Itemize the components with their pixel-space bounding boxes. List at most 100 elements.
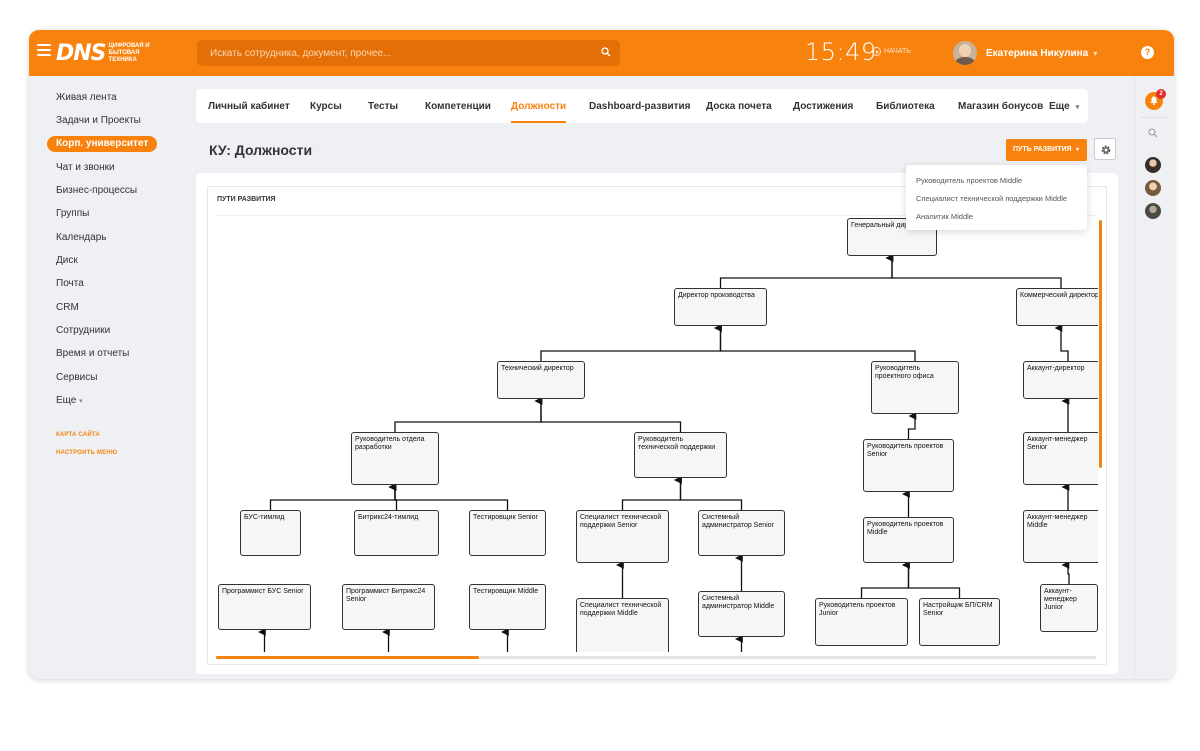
logo-mark: DNS bbox=[56, 41, 107, 66]
tree-connector bbox=[540, 324, 722, 361]
start-workday-button[interactable]: НАЧАТЬ bbox=[872, 47, 911, 56]
contact-avatar[interactable] bbox=[1145, 157, 1161, 173]
tree-connectors bbox=[258, 254, 1070, 652]
tab-competencies[interactable]: Компетенции bbox=[425, 89, 491, 123]
tree-node-rtp[interactable]: Руководитель технической поддержки bbox=[634, 432, 727, 478]
tree-node-sas[interactable]: Системный администратор Senior bbox=[698, 510, 785, 556]
tree-connector bbox=[885, 254, 1062, 288]
menu-more-label: Еще bbox=[56, 395, 77, 406]
right-rail: 2 bbox=[1134, 76, 1174, 679]
gear-icon bbox=[1101, 145, 1111, 155]
search-icon[interactable] bbox=[601, 47, 611, 57]
horizontal-scrollbar-thumb[interactable] bbox=[216, 656, 479, 659]
menu-item-employees[interactable]: Сотрудники bbox=[56, 323, 110, 339]
user-name: Екатерина Никулина bbox=[986, 47, 1089, 59]
contact-avatar[interactable] bbox=[1145, 180, 1161, 196]
start-label: НАЧАТЬ bbox=[884, 48, 911, 55]
user-menu[interactable]: Екатерина Никулина ▾ bbox=[953, 41, 1097, 65]
tab-more[interactable]: Еще ▾ bbox=[1049, 89, 1079, 123]
settings-button[interactable] bbox=[1094, 138, 1116, 160]
tree-node-prod[interactable]: Директор производства bbox=[674, 288, 767, 326]
tree-connector bbox=[860, 561, 910, 598]
tree-node-amj[interactable]: Аккаунт-менеджер Junior bbox=[1040, 584, 1098, 632]
menu-item-tasks[interactable]: Задачи и Проекты bbox=[56, 113, 141, 129]
development-path-button[interactable]: ПУТЬ РАЗВИТИЯ ▾ bbox=[1006, 139, 1087, 161]
tab-dashboard[interactable]: Dashboard-развития bbox=[589, 89, 691, 123]
notifications-button[interactable]: 2 bbox=[1145, 89, 1166, 110]
tab-achievements[interactable]: Достижения bbox=[793, 89, 853, 123]
menu-item-chat[interactable]: Чат и звонки bbox=[56, 160, 115, 176]
tree-connector bbox=[388, 483, 509, 510]
menu-item-disk[interactable]: Диск bbox=[56, 253, 78, 269]
career-tree[interactable]: Генеральный директор Директор производств… bbox=[208, 187, 1098, 652]
tree-node-rpj[interactable]: Руководитель проектов Junior bbox=[815, 598, 908, 646]
tree-node-comm[interactable]: Коммерческий директор bbox=[1016, 288, 1098, 326]
tree-node-sam[interactable]: Системный администратор Middle bbox=[698, 591, 785, 637]
tree-node-rpo[interactable]: Руководитель проектного офиса bbox=[871, 361, 959, 414]
star-icon[interactable]: ☆ bbox=[313, 143, 324, 157]
logo-subtitle: ЦИФРОВАЯ И БЫТОВАЯ ТЕХНИКА bbox=[108, 43, 150, 63]
app-window: DNS ЦИФРОВАЯ И БЫТОВАЯ ТЕХНИКА 15:49 НАЧ… bbox=[29, 30, 1174, 679]
left-menu: Живая лента Задачи и Проекты Корп. униве… bbox=[29, 76, 180, 679]
notification-count-badge: 2 bbox=[1156, 89, 1166, 99]
menu-item-crm[interactable]: CRM bbox=[56, 300, 79, 316]
dropdown-item[interactable]: Руководитель проектов Middle bbox=[916, 176, 1022, 185]
tree-node-pbus[interactable]: Программист БУС Senior bbox=[218, 584, 311, 630]
help-button[interactable]: ? bbox=[1141, 46, 1154, 59]
menu-item-more[interactable]: Еще ▾ bbox=[56, 393, 83, 409]
tab-positions[interactable]: Должности bbox=[511, 89, 567, 123]
tree-node-akdir[interactable]: Аккаунт-директор bbox=[1023, 361, 1098, 399]
logo[interactable]: DNS ЦИФРОВАЯ И БЫТОВАЯ ТЕХНИКА bbox=[56, 41, 167, 66]
dropdown-item[interactable]: Специалист технической поддержки Middle bbox=[916, 194, 1067, 203]
tree-connector bbox=[269, 483, 397, 510]
menu-burger-icon[interactable] bbox=[37, 44, 51, 56]
main-card: ПУТИ РАЗВИТИЯ Генеральный директор Директ… bbox=[196, 173, 1118, 674]
tree-node-bus[interactable]: БУС-тимлид bbox=[240, 510, 301, 556]
menu-item-groups[interactable]: Группы bbox=[56, 206, 89, 222]
chevron-down-icon: ▾ bbox=[79, 398, 83, 405]
tree-node-rod[interactable]: Руководитель отдела разработки bbox=[351, 432, 439, 485]
dropdown-item[interactable]: Аналитик Middle bbox=[916, 212, 973, 221]
user-avatar bbox=[953, 41, 977, 65]
menu-item-business-processes[interactable]: Бизнес-процессы bbox=[56, 183, 137, 199]
sitemap-link[interactable]: КАРТА САЙТА bbox=[56, 432, 100, 438]
development-paths-panel: ПУТИ РАЗВИТИЯ Генеральный директор Директ… bbox=[207, 186, 1107, 665]
tab-personal-cabinet[interactable]: Личный кабинет bbox=[208, 89, 290, 123]
menu-item-time-reports[interactable]: Время и отчеты bbox=[56, 346, 129, 362]
menu-item-services[interactable]: Сервисы bbox=[56, 370, 97, 386]
search-input[interactable] bbox=[197, 40, 587, 66]
tab-honor-board[interactable]: Доска почета bbox=[706, 89, 772, 123]
tree-connector bbox=[534, 397, 682, 432]
tree-connector bbox=[719, 254, 894, 288]
tree-node-b24[interactable]: Битрикс24-тимлид bbox=[354, 510, 439, 556]
tree-node-stps[interactable]: Специалист технической поддержки Senior bbox=[576, 510, 669, 563]
tab-bonus-shop[interactable]: Магазин бонусов bbox=[958, 89, 1043, 123]
vertical-scrollbar-thumb[interactable] bbox=[1099, 220, 1102, 468]
menu-item-mail[interactable]: Почта bbox=[56, 276, 84, 292]
tree-node-amm[interactable]: Аккаунт-менеджер Middle bbox=[1023, 510, 1098, 563]
tree-node-rps[interactable]: Руководитель проектов Senior bbox=[863, 439, 954, 492]
clock-time: 15:49 bbox=[805, 38, 877, 66]
tree-connector bbox=[621, 476, 682, 510]
tab-more-label: Еще bbox=[1049, 101, 1070, 112]
tree-node-tss[interactable]: Тестировщик Senior bbox=[469, 510, 546, 556]
tree-node-stpm[interactable]: Специалист технической поддержки Middle bbox=[576, 598, 669, 652]
menu-item-feed[interactable]: Живая лента bbox=[56, 90, 117, 106]
tree-node-tsm[interactable]: Тестировщик Middle bbox=[469, 584, 546, 630]
tree-node-rpm[interactable]: Руководитель проектов Middle bbox=[863, 517, 954, 563]
search-icon[interactable] bbox=[1148, 128, 1158, 138]
page-title: КУ: Должности bbox=[209, 142, 313, 158]
tree-node-tech[interactable]: Технический директор bbox=[497, 361, 585, 399]
tab-courses[interactable]: Курсы bbox=[310, 89, 342, 123]
tree-connector bbox=[1054, 324, 1069, 361]
configure-menu-link[interactable]: НАСТРОИТЬ МЕНЮ bbox=[56, 450, 117, 456]
tab-tests[interactable]: Тесты bbox=[368, 89, 398, 123]
contact-avatar[interactable] bbox=[1145, 203, 1161, 219]
menu-item-calendar[interactable]: Календарь bbox=[56, 230, 106, 246]
tree-node-ams[interactable]: Аккаунт-менеджер Senior bbox=[1023, 432, 1098, 485]
tab-library[interactable]: Библиотека bbox=[876, 89, 935, 123]
tree-node-nbp[interactable]: Настройщик БП/CRM Senior bbox=[919, 598, 1000, 646]
global-search bbox=[197, 40, 620, 66]
menu-item-corp-university[interactable]: Корп. университет bbox=[47, 136, 158, 152]
tree-node-pb24[interactable]: Программист Битрикс24 Senior bbox=[342, 584, 435, 630]
